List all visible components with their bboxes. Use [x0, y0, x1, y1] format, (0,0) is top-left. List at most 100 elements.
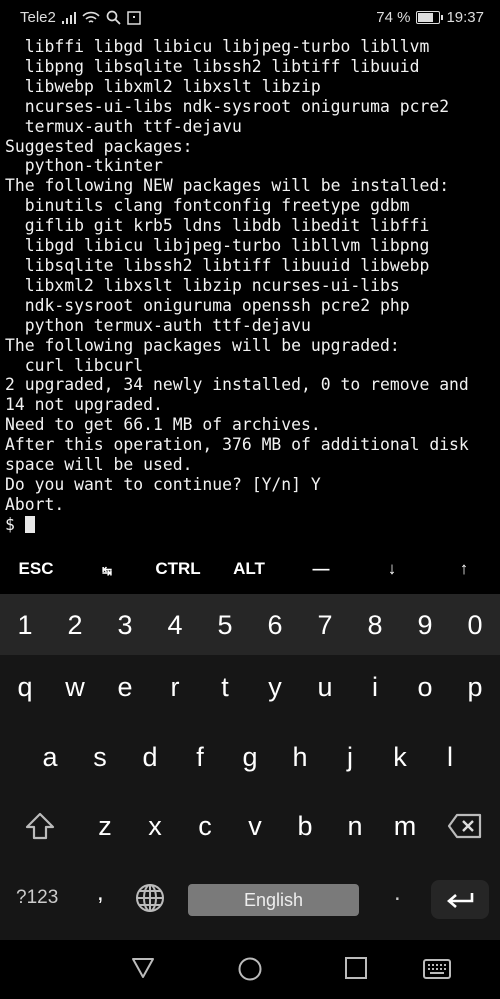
terminal-line: binutils clang fontconfig freetype gdbm	[5, 196, 410, 216]
key-3[interactable]: 3	[100, 594, 150, 656]
terminal-line: curl libcurl	[5, 355, 144, 375]
terminal-line: libwebp libxml2 libxslt libzip	[5, 76, 321, 96]
enter-icon	[447, 892, 474, 908]
status-bar: Tele2 74 % 19:37	[0, 0, 500, 36]
extra-key-dash[interactable]: —	[313, 559, 330, 579]
key-t[interactable]: t	[200, 656, 250, 718]
backspace-key[interactable]	[430, 795, 500, 857]
key-6[interactable]: 6	[250, 594, 300, 656]
terminal-line: The following NEW packages will be insta…	[5, 176, 450, 196]
key-g[interactable]: g	[225, 726, 275, 788]
carrier-label: Tele2	[20, 9, 56, 26]
battery-percent: 74 %	[376, 9, 411, 26]
key-7[interactable]: 7	[300, 594, 350, 656]
keyboard-row-2: asdfghjkl	[0, 726, 500, 788]
terminal-line: libffi libgd libicu libjpeg-turbo libllv…	[5, 37, 430, 56]
extra-keys-bar: ESC ↹ CTRL ALT — ↓ ↑	[0, 550, 500, 592]
prompt-line: $	[5, 515, 500, 535]
key-f[interactable]: f	[175, 726, 225, 788]
number-row: 1234567890	[0, 594, 500, 655]
key-x[interactable]: x	[130, 795, 180, 857]
key-i[interactable]: i	[350, 656, 400, 718]
keyboard-icon	[423, 959, 451, 979]
key-w[interactable]: w	[50, 656, 100, 718]
language-key[interactable]	[135, 883, 165, 918]
terminal-line: libgd libicu libjpeg-turbo libllvm libpn…	[5, 236, 430, 256]
terminal-line: After this operation, 376 MB of addition…	[5, 435, 469, 455]
terminal-line: libsqlite libssh2 libtiff libuuid libweb…	[5, 255, 430, 275]
comma-key[interactable]: ,	[97, 879, 104, 907]
terminal-line: 14 not upgraded.	[5, 395, 163, 415]
extra-key-down[interactable]: ↓	[388, 559, 397, 579]
key-c[interactable]: c	[180, 795, 230, 857]
back-button[interactable]	[131, 957, 155, 984]
keyboard-row-bottom: ?123 , English .	[0, 865, 500, 929]
key-a[interactable]: a	[25, 726, 75, 788]
key-0[interactable]: 0	[450, 594, 500, 656]
terminal-line: python termux-auth ttf-dejavu	[5, 315, 311, 335]
keyboard-row-3: zxcvbnm	[0, 795, 500, 857]
terminal-line: space will be used.	[5, 455, 193, 475]
back-triangle-icon	[132, 958, 154, 978]
key-b[interactable]: b	[280, 795, 330, 857]
signal-icon	[61, 11, 76, 24]
key-8[interactable]: 8	[350, 594, 400, 656]
extra-key-alt[interactable]: ALT	[233, 559, 265, 579]
symbols-key[interactable]: ?123	[16, 887, 58, 909]
clock: 19:37	[446, 9, 484, 26]
terminal-line: termux-auth ttf-dejavu	[5, 116, 242, 136]
period-key[interactable]: .	[394, 879, 401, 907]
space-key[interactable]: English	[188, 884, 359, 916]
key-4[interactable]: 4	[150, 594, 200, 656]
terminal-line: ndk-sysroot oniguruma openssh pcre2 php	[5, 295, 410, 315]
key-q[interactable]: q	[0, 656, 50, 718]
home-button[interactable]	[238, 957, 262, 986]
recents-button[interactable]	[345, 957, 367, 984]
key-s[interactable]: s	[75, 726, 125, 788]
key-r[interactable]: r	[150, 656, 200, 718]
key-z[interactable]: z	[80, 795, 130, 857]
key-v[interactable]: v	[230, 795, 280, 857]
key-5[interactable]: 5	[200, 594, 250, 656]
terminal-line: libxml2 libxslt libzip ncurses-ui-libs	[5, 275, 400, 295]
key-e[interactable]: e	[100, 656, 150, 718]
key-u[interactable]: u	[300, 656, 350, 718]
key-j[interactable]: j	[325, 726, 375, 788]
enter-key[interactable]	[431, 880, 489, 919]
keyboard-switch-button[interactable]	[423, 959, 451, 984]
wifi-icon	[82, 11, 100, 23]
terminal-line: Need to get 66.1 MB of archives.	[5, 415, 321, 435]
key-d[interactable]: d	[125, 726, 175, 788]
shift-key[interactable]	[0, 795, 80, 857]
extra-key-up[interactable]: ↑	[460, 559, 469, 579]
key-y[interactable]: y	[250, 656, 300, 718]
backspace-icon	[447, 813, 482, 839]
terminal-line: python-tkinter	[5, 156, 163, 176]
terminal-output[interactable]: libffi libgd libicu libjpeg-turbo libllv…	[5, 37, 500, 535]
search-icon	[106, 10, 121, 25]
key-h[interactable]: h	[275, 726, 325, 788]
keyboard-row-1: qwertyuiop	[0, 656, 500, 718]
key-o[interactable]: o	[400, 656, 450, 718]
extra-key-esc[interactable]: ESC	[19, 559, 54, 579]
key-l[interactable]: l	[425, 726, 475, 788]
notification-icon	[127, 10, 141, 25]
recents-square-icon	[345, 957, 367, 979]
terminal-line: 2 upgraded, 34 newly installed, 0 to rem…	[5, 375, 469, 395]
terminal-line: giflib git krb5 ldns libdb libedit libff…	[5, 216, 430, 236]
terminal-line: Abort.	[5, 494, 65, 514]
key-k[interactable]: k	[375, 726, 425, 788]
extra-key-tab[interactable]: ↹	[102, 564, 112, 578]
key-n[interactable]: n	[330, 795, 380, 857]
key-9[interactable]: 9	[400, 594, 450, 656]
prompt: $	[5, 514, 25, 534]
extra-key-ctrl[interactable]: CTRL	[155, 559, 200, 579]
terminal-line: The following packages will be upgraded:	[5, 335, 400, 355]
key-1[interactable]: 1	[0, 594, 50, 656]
globe-icon	[136, 884, 164, 912]
soft-keyboard: 1234567890 qwertyuiop asdfghjkl zxcvbnm …	[0, 594, 500, 940]
key-p[interactable]: p	[450, 656, 500, 718]
key-m[interactable]: m	[380, 795, 430, 857]
navigation-bar	[0, 940, 500, 999]
key-2[interactable]: 2	[50, 594, 100, 656]
